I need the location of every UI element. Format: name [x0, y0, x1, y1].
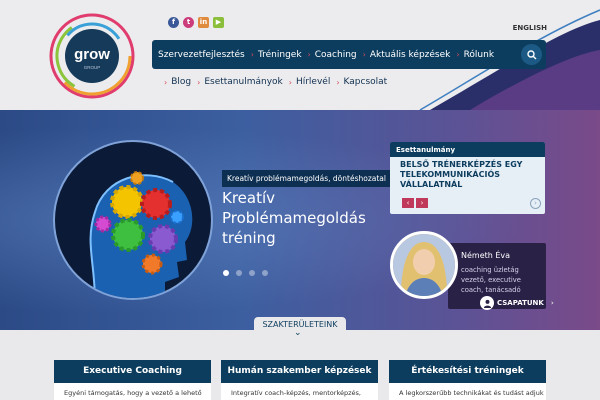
subnav-label: Kapcsolat	[343, 77, 388, 87]
chevron-right-icon: ›	[456, 50, 460, 59]
slider-dot[interactable]	[223, 270, 229, 276]
nav-label: Coaching	[314, 49, 357, 60]
slider-dot[interactable]	[262, 270, 268, 276]
hero-slider: Kreatív problémamegoldás, döntéshozatal …	[0, 110, 600, 330]
service-card-text: Integratív coach-képzés, mentorképzés,	[231, 389, 361, 397]
twitter-icon[interactable]: t	[183, 17, 194, 28]
chevron-right-icon: ›	[164, 77, 168, 87]
subnav-item-kapcsolat[interactable]: › Kapcsolat	[336, 77, 387, 87]
nav-item-rolunk[interactable]: › Rólunk	[456, 50, 494, 60]
nav-item-szervezetfejlesztes[interactable]: Szervezetfejlesztés	[158, 50, 245, 60]
chevron-right-icon: ›	[336, 77, 340, 87]
subnav-item-esettanulmanyok[interactable]: › Esettanulmányok	[197, 77, 283, 87]
nav-item-treningek[interactable]: › Tréningek	[251, 50, 302, 60]
nav-label: Tréningek	[257, 49, 302, 60]
service-card-executive-coaching[interactable]: Executive Coaching Egyéni támogatás, hog…	[54, 360, 211, 400]
linkedin-icon[interactable]: in	[198, 17, 209, 28]
social-links: f t in ▶	[168, 17, 224, 28]
hero-image-head-gears	[53, 140, 213, 300]
nav-item-coaching[interactable]: › Coaching	[308, 50, 357, 60]
chevron-right-icon: ›	[197, 77, 201, 87]
team-button[interactable]: CSAPATUNK ›	[480, 296, 554, 310]
next-arrow-button[interactable]: ›	[416, 198, 428, 208]
service-card-title: Humán szakember képzések	[221, 360, 378, 383]
site-header: grow GROUP f t in ▶ ENGLISH Szervezetfej…	[0, 0, 600, 110]
case-study-title[interactable]: BELSŐ TRÉNERKÉPZÉS EGY TELEKOMMUNIKÁCIÓS…	[390, 157, 545, 190]
case-study-label: Esettanulmány	[390, 142, 545, 157]
secondary-navigation: › Blog › Esettanulmányok › Hírlevél › Kapcso…	[164, 77, 387, 87]
subnav-label: Hírlevél	[295, 77, 331, 87]
case-study-more-icon[interactable]: ›	[530, 198, 541, 209]
team-member-role: coaching üzletág vezető, executive coach…	[461, 266, 521, 294]
team-member-photo	[390, 231, 458, 299]
subnav-item-blog[interactable]: › Blog	[164, 77, 191, 87]
search-button[interactable]	[521, 44, 542, 65]
hero-category-tag[interactable]: Kreatív problémamegoldás, döntéshozatal	[222, 170, 391, 187]
nav-item-aktualis-kepzesek[interactable]: › Aktuális képzések	[363, 50, 451, 60]
search-icon	[526, 49, 536, 59]
chevron-right-icon: ›	[550, 299, 554, 307]
subnav-item-hirlevel[interactable]: › Hírlevél	[289, 77, 331, 87]
nav-label: Aktuális képzések	[369, 49, 451, 60]
facebook-icon[interactable]: f	[168, 17, 179, 28]
service-card-text: Egyéni támogatás, hogy a vezető a lehető	[64, 389, 202, 397]
slider-dot[interactable]	[236, 270, 242, 276]
nav-label: Rólunk	[463, 49, 495, 60]
case-study-card: Esettanulmány BELSŐ TRÉNERKÉPZÉS EGY TEL…	[390, 142, 545, 214]
service-card-text: A legkorszerűbb technikákat és tudást ad…	[399, 389, 544, 397]
slider-pagination	[223, 270, 268, 276]
main-navigation: Szervezetfejlesztés › Tréningek › Coaching…	[152, 40, 546, 69]
nav-label: Szervezetfejlesztés	[158, 49, 245, 60]
chevron-right-icon: ›	[288, 77, 292, 87]
chevron-right-icon: ›	[307, 50, 311, 59]
chevron-down-icon[interactable]: ⌄	[294, 328, 302, 338]
hero-title[interactable]: Kreatív Problémamegoldás tréning	[222, 188, 392, 248]
logo-word: grow	[74, 46, 110, 63]
subnav-label: Esettanulmányok	[204, 77, 283, 87]
service-card-title: Értékesítési tréningek	[389, 360, 546, 383]
youtube-icon[interactable]: ▶	[213, 17, 224, 28]
chevron-right-icon: ›	[250, 50, 254, 59]
logo-sub: GROUP	[84, 65, 101, 70]
service-card-human-training[interactable]: Humán szakember képzések Integratív coac…	[221, 360, 378, 400]
service-card-title: Executive Coaching	[54, 360, 211, 383]
service-card-sales-training[interactable]: Értékesítési tréningek A legkorszerűbb t…	[389, 360, 546, 400]
team-button-label: CSAPATUNK	[497, 299, 544, 307]
case-study-arrows: ‹ ›	[402, 198, 428, 208]
chevron-right-icon: ›	[362, 50, 366, 59]
prev-arrow-button[interactable]: ‹	[402, 198, 414, 208]
subnav-label: Blog	[171, 77, 192, 87]
slider-dot[interactable]	[249, 270, 255, 276]
language-switch-link[interactable]: ENGLISH	[513, 24, 547, 32]
team-member-name: Németh Éva	[461, 251, 511, 260]
person-icon	[480, 296, 494, 310]
grow-group-logo[interactable]: grow GROUP	[48, 12, 136, 100]
